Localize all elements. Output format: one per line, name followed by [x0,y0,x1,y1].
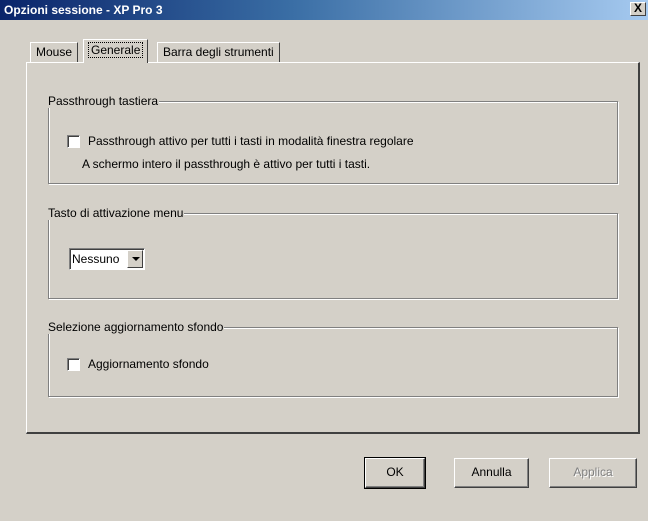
passthrough-checkbox[interactable] [67,135,80,148]
tab-generale[interactable]: Generale [83,39,149,63]
tab-panel-generale: Passthrough tastiera Passthrough attivo … [26,62,640,434]
passthrough-checkbox-label[interactable]: Passthrough attivo per tutti i tasti in … [88,134,414,148]
close-button[interactable]: X [630,2,646,16]
background-update-checkbox-label[interactable]: Aggiornamento sfondo [88,357,209,371]
tab-mouse-label: Mouse [36,45,73,59]
menu-key-group: Tasto di attivazione menu Nessuno [47,206,618,299]
ok-button[interactable]: OK [364,457,426,489]
chevron-down-icon[interactable] [127,250,143,268]
apply-button[interactable]: Applica [549,458,637,488]
tab-generale-label: Generale [87,42,144,58]
menu-key-selected-value: Nessuno [72,252,120,266]
background-update-group: Selezione aggiornamento sfondo Aggiornam… [47,320,618,397]
window-title: Opzioni sessione - XP Pro 3 [4,3,163,17]
keyboard-passthrough-title: Passthrough tastiera [47,94,160,108]
passthrough-note: A schermo intero il passthrough è attivo… [82,157,371,171]
background-update-title: Selezione aggiornamento sfondo [47,320,225,334]
cancel-button[interactable]: Annulla [454,458,529,488]
menu-key-select[interactable]: Nessuno [69,248,145,270]
tab-barra-strumenti[interactable]: Barra degli strumenti [157,42,280,62]
background-update-checkbox[interactable] [67,358,80,371]
keyboard-passthrough-group: Passthrough tastiera Passthrough attivo … [47,94,618,184]
title-bar[interactable]: Opzioni sessione - XP Pro 3 X [0,0,648,20]
close-icon: X [633,1,642,15]
tab-mouse[interactable]: Mouse [30,42,79,62]
session-options-dialog: Opzioni sessione - XP Pro 3 X Mouse Gene… [0,0,648,521]
tab-barra-strumenti-label: Barra degli strumenti [163,45,274,59]
menu-key-title: Tasto di attivazione menu [47,206,185,220]
